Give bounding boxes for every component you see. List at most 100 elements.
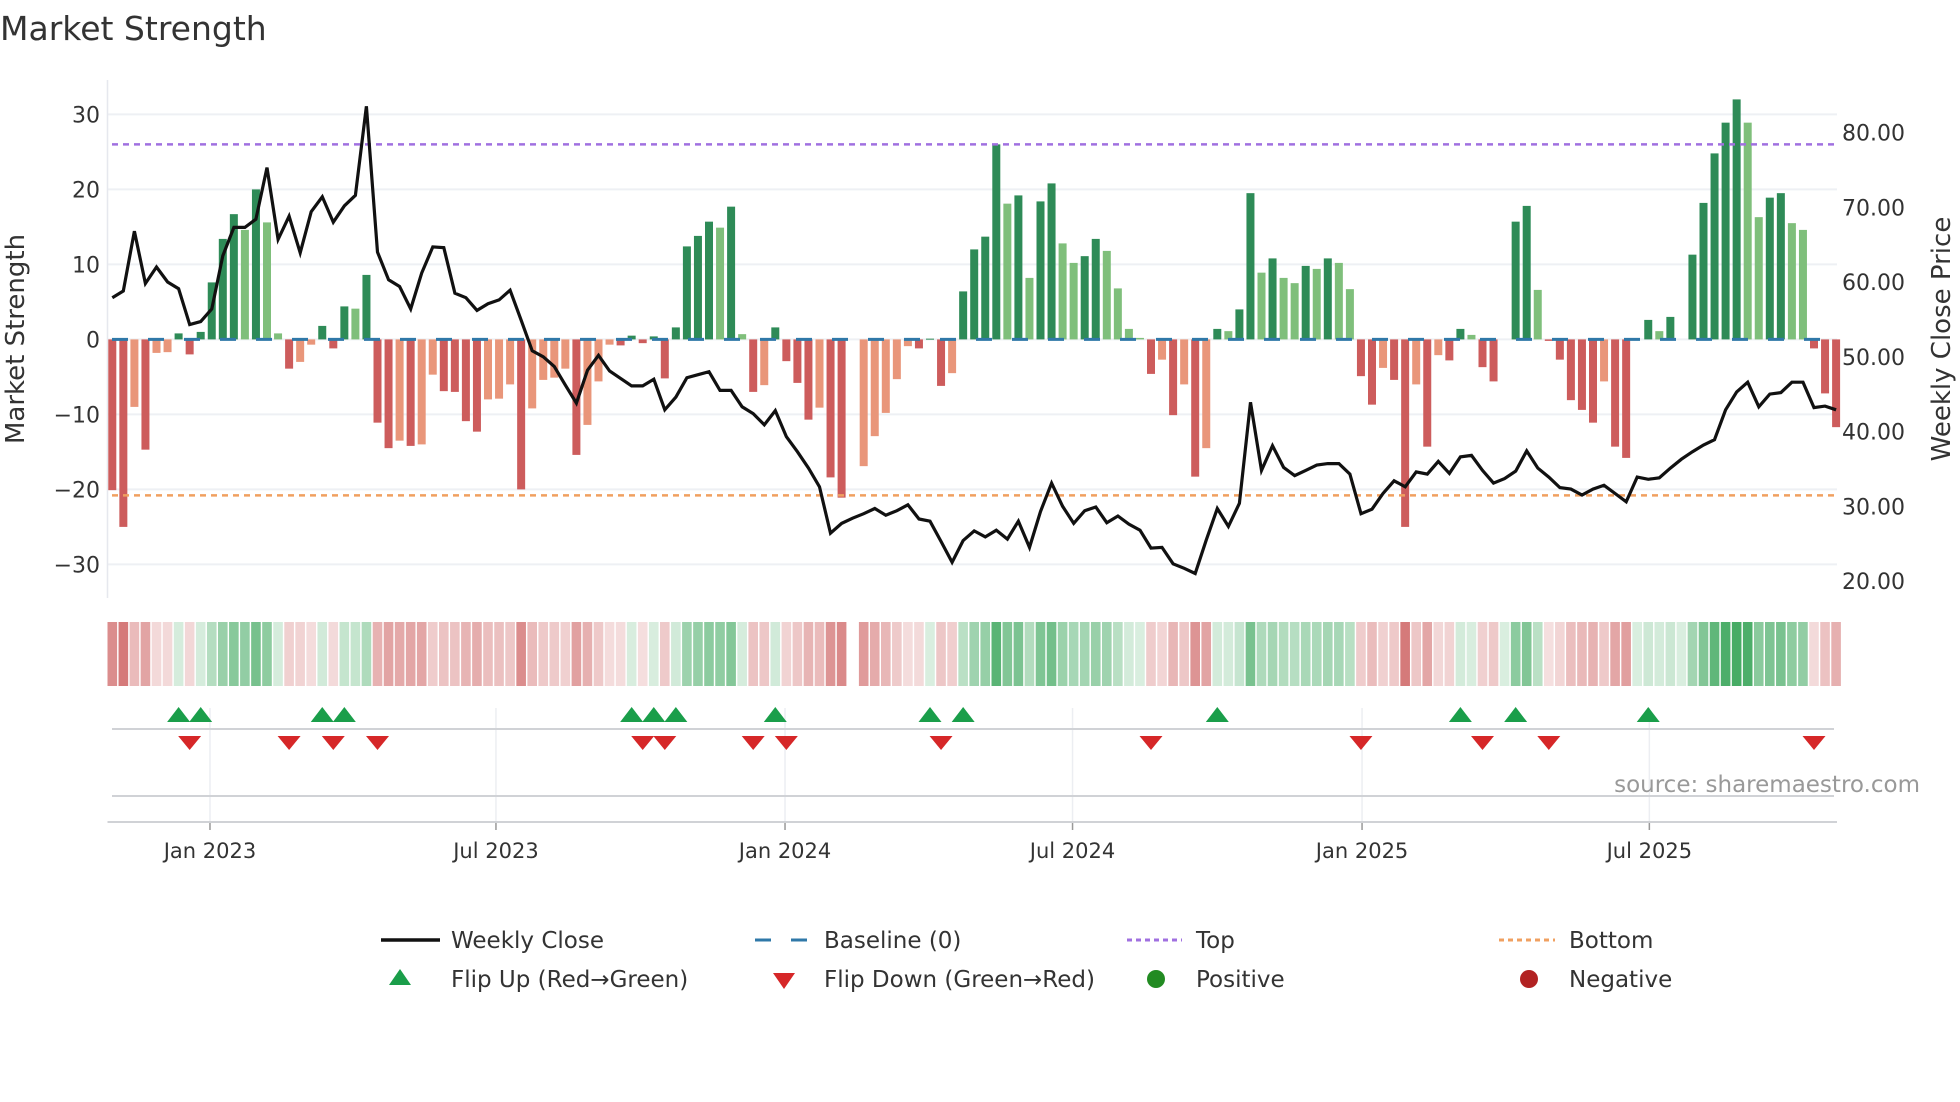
legend-item-top[interactable]: Top bbox=[1127, 928, 1235, 954]
legend-item-flip-down[interactable]: Flip Down (Green→Red) bbox=[773, 967, 1095, 993]
positive-strength-bar bbox=[362, 274, 371, 340]
heat-strip-cell bbox=[450, 622, 460, 686]
heat-strip-cell bbox=[151, 622, 162, 686]
heat-strip-cell bbox=[1521, 622, 1532, 686]
y2-tick-label: 50.00 bbox=[1842, 346, 1905, 371]
heat-strip-cell bbox=[1676, 622, 1687, 686]
heat-strip-cell bbox=[1367, 622, 1377, 686]
positive-strength-bar bbox=[1323, 258, 1332, 340]
legend-item-positive[interactable]: Positive bbox=[1147, 967, 1285, 993]
heat-strip-cell bbox=[1731, 622, 1742, 686]
heat-strip-cell bbox=[206, 622, 217, 686]
heat-strip-cell bbox=[1687, 622, 1698, 686]
heat-strip-cell bbox=[1499, 622, 1510, 686]
flip-down-marker-icon bbox=[631, 736, 655, 750]
heat-strip-cell bbox=[1378, 622, 1388, 686]
heat-strip-cell bbox=[660, 622, 670, 686]
heat-strip-cell bbox=[1765, 622, 1775, 686]
heat-strip-cell bbox=[1256, 622, 1267, 686]
source-credit: source: sharemaestro.com bbox=[1614, 772, 1920, 798]
heat-strip-cell bbox=[184, 622, 195, 686]
flip-up-marker-icon bbox=[1448, 707, 1472, 722]
negative-strength-bar bbox=[1191, 339, 1200, 477]
legend-item-negative[interactable]: Negative bbox=[1520, 967, 1672, 993]
heat-strip-cell bbox=[1311, 622, 1322, 686]
flip-up-marker-icon bbox=[1636, 707, 1660, 722]
heat-strip-cell bbox=[1013, 622, 1024, 686]
heat-strip-cell bbox=[693, 622, 703, 686]
positive-strength-bar bbox=[716, 227, 725, 340]
heat-strip-cell bbox=[726, 622, 736, 686]
flip-up-marker-icon bbox=[167, 707, 191, 722]
flip-up-marker-icon bbox=[310, 707, 334, 722]
positive-strength-bar bbox=[1765, 197, 1774, 340]
heat-strip-cell bbox=[427, 622, 438, 686]
heat-strip-cell bbox=[792, 622, 803, 686]
heat-strip-cell bbox=[1742, 622, 1753, 686]
flip-down-marker-icon bbox=[741, 736, 765, 750]
negative-strength-bar bbox=[892, 339, 901, 380]
heat-strip-cell bbox=[284, 622, 294, 686]
negative-strength-bar bbox=[517, 339, 526, 490]
heat-strip-cell bbox=[1400, 622, 1410, 686]
positive-strength-bar bbox=[1102, 250, 1111, 340]
x-tick-label: Jan 2023 bbox=[162, 839, 257, 863]
heat-strip-cell bbox=[1102, 622, 1112, 686]
negative-strength-bar bbox=[1832, 339, 1841, 428]
heat-strip-cell bbox=[140, 622, 151, 686]
heat-strip-cell bbox=[1798, 622, 1808, 686]
positive-strength-bar bbox=[959, 291, 968, 340]
heat-strip-cell bbox=[1720, 622, 1731, 686]
heat-strip-cell bbox=[1113, 622, 1123, 686]
heat-strip-cell bbox=[1599, 622, 1609, 686]
heat-strip-cell bbox=[615, 622, 626, 686]
negative-strength-bar bbox=[119, 339, 128, 527]
heat-strip-cell bbox=[1709, 622, 1720, 686]
negative-strength-bar bbox=[749, 339, 758, 392]
heat-strip-cell bbox=[1334, 622, 1344, 686]
positive-strength-bar bbox=[1257, 272, 1266, 340]
heat-strip-cell bbox=[1190, 622, 1200, 686]
negative-strength-bar bbox=[472, 339, 481, 432]
positive-strength-bar bbox=[1047, 183, 1056, 340]
negative-strength-bar bbox=[1622, 339, 1631, 458]
legend: Weekly Close Baseline (0) Top Bottom Fli… bbox=[381, 928, 1672, 993]
heat-strip-cell bbox=[936, 622, 946, 686]
flip-down-marker-icon bbox=[1802, 736, 1826, 750]
flip-up-marker-icon bbox=[1205, 707, 1229, 722]
negative-strength-bar bbox=[1147, 339, 1155, 374]
legend-item-weekly-close[interactable]: Weekly Close bbox=[381, 928, 604, 954]
flip-up-marker-icon bbox=[918, 707, 942, 722]
y2-tick-label: 70.00 bbox=[1842, 196, 1905, 221]
legend-item-bottom[interactable]: Bottom bbox=[1499, 928, 1653, 954]
negative-strength-bar bbox=[948, 339, 957, 374]
heat-strip-cell bbox=[1267, 622, 1278, 686]
legend-label: Baseline (0) bbox=[824, 928, 961, 954]
legend-item-flip-up[interactable]: Flip Up (Red→Green) bbox=[389, 967, 688, 993]
heat-strip-cell bbox=[1455, 622, 1466, 686]
heat-strip-cell bbox=[682, 622, 692, 686]
legend-item-baseline[interactable]: Baseline (0) bbox=[755, 928, 961, 954]
positive-strength-bar bbox=[1080, 256, 1089, 340]
heat-strip-cell bbox=[1212, 622, 1223, 686]
heat-strip-cell bbox=[1002, 622, 1013, 686]
y2-tick-label: 30.00 bbox=[1842, 495, 1905, 520]
y-tick-label: −20 bbox=[54, 478, 100, 503]
flip-down-marker-icon bbox=[178, 736, 202, 750]
positive-strength-bar bbox=[1246, 193, 1255, 340]
heat-strip-cell bbox=[483, 622, 493, 686]
flip-down-triangle-icon bbox=[773, 973, 795, 989]
heat-strip-cell bbox=[671, 622, 681, 686]
positive-strength-bar bbox=[981, 236, 990, 340]
positive-strength-bar bbox=[1290, 283, 1299, 340]
heat-strip-cell bbox=[383, 622, 394, 686]
heat-strip-cell bbox=[1035, 622, 1046, 686]
negative-strength-bar bbox=[804, 339, 813, 420]
positive-strength-bar bbox=[1511, 221, 1520, 340]
heat-strip-cell bbox=[715, 622, 725, 686]
y-tick-label: −30 bbox=[54, 553, 100, 578]
heat-strip-cell bbox=[969, 622, 979, 686]
heat-strip-cell bbox=[892, 622, 902, 686]
positive-strength-bar bbox=[1003, 203, 1012, 340]
positive-strength-bar bbox=[1721, 122, 1730, 340]
